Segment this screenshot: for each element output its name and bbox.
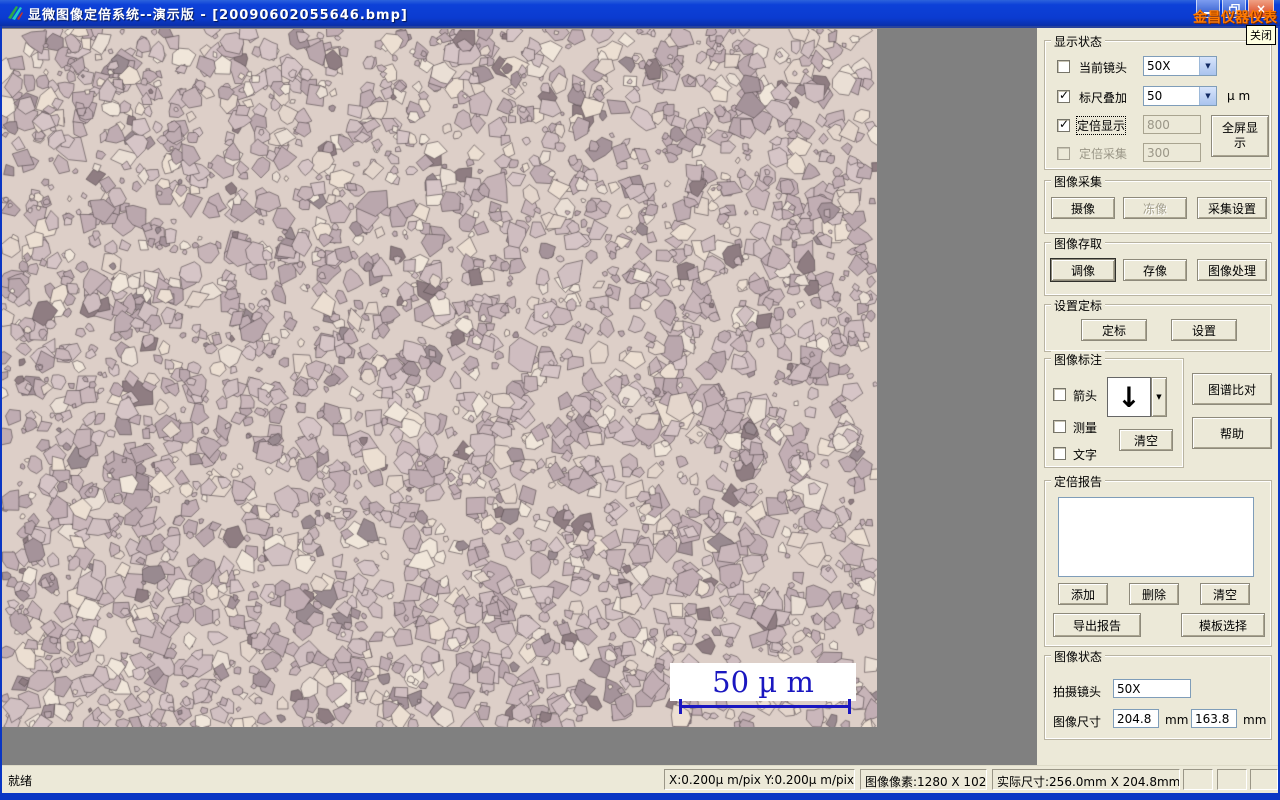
status-bar: 就绪 X:0.200µ m/pix Y:0.200µ m/pix 图像像素:12… <box>2 765 1278 793</box>
current-lens-checkbox[interactable] <box>1057 60 1070 73</box>
annotation-clear-button[interactable]: 清空 <box>1119 429 1173 451</box>
current-lens-combo[interactable]: 50X <box>1143 56 1217 76</box>
down-arrow-icon: ↓ <box>1107 377 1151 417</box>
group-image-storage: 图像存取 调像 存像 图像处理 <box>1044 235 1272 296</box>
image-process-button[interactable]: 图像处理 <box>1197 259 1267 281</box>
chevron-down-icon[interactable] <box>1199 57 1216 75</box>
fixed-capture-checkbox <box>1057 147 1070 160</box>
group-title: 图像采集 <box>1051 173 1106 190</box>
fixed-capture-label: 定倍采集 <box>1079 147 1128 161</box>
status-empty-pane <box>1183 769 1213 790</box>
scale-bar-label: 50 µ m <box>712 665 814 699</box>
current-lens-label: 当前镜头 <box>1079 61 1128 75</box>
group-title: 显示状态 <box>1051 33 1106 50</box>
status-empty-pane <box>1217 769 1247 790</box>
close-tooltip: 关闭 <box>1246 25 1276 45</box>
group-title: 图像存取 <box>1051 235 1106 252</box>
report-clear-button[interactable]: 清空 <box>1200 583 1250 605</box>
group-annotation: 图像标注 箭头 ↓ 测量 文字 清空 <box>1044 351 1184 468</box>
app-window: 显微图像定倍系统--演示版 - [20090602055646.bmp] × 金… <box>0 0 1280 800</box>
export-report-button[interactable]: 导出报告 <box>1053 613 1141 637</box>
group-title: 图像状态 <box>1051 648 1106 665</box>
ruler-overlay-label: 标尺叠加 <box>1079 91 1128 105</box>
ruler-unit-label: µ m <box>1227 89 1251 103</box>
measure-checkbox[interactable] <box>1053 420 1066 433</box>
report-add-button[interactable]: 添加 <box>1058 583 1108 605</box>
group-title: 定倍报告 <box>1051 473 1106 490</box>
arrow-style-picker[interactable]: ↓ <box>1107 377 1167 417</box>
group-title: 设置定标 <box>1051 297 1106 314</box>
text-label: 文字 <box>1073 448 1098 462</box>
freeze-button: 冻像 <box>1123 197 1187 219</box>
status-ready: 就绪 <box>8 774 33 788</box>
status-empty-pane <box>1250 769 1278 790</box>
group-display-status: 显示状态 当前镜头 50X 标尺叠加 50 µ m 定倍显示 800 全屏显示 … <box>1044 33 1272 170</box>
report-delete-button[interactable]: 删除 <box>1129 583 1179 605</box>
fixed-display-label: 定倍显示 <box>1075 116 1127 135</box>
ruler-value-combo[interactable]: 50 <box>1143 86 1217 106</box>
capture-settings-button[interactable]: 采集设置 <box>1197 197 1267 219</box>
image-height-field: 163.8 <box>1191 709 1237 728</box>
scale-bar-label-box: 50 µ m <box>670 663 856 701</box>
capture-button[interactable]: 摄像 <box>1051 197 1115 219</box>
report-listbox[interactable] <box>1058 497 1254 577</box>
fixed-display-field: 800 <box>1143 115 1201 134</box>
shoot-lens-field: 50X <box>1113 679 1191 698</box>
status-image-pixels: 图像像素:1280 X 1024 <box>860 769 987 790</box>
window-title: 显微图像定倍系统--演示版 - [20090602055646.bmp] <box>28 8 408 23</box>
app-icon <box>6 4 24 22</box>
image-size-label: 图像尺寸 <box>1053 715 1102 729</box>
window-border-bottom <box>0 793 1280 800</box>
width-unit-label: mm <box>1165 713 1189 727</box>
status-actual-size: 实际尺寸:256.0mm X 204.8mm <box>992 769 1180 790</box>
current-lens-value: 50X <box>1147 59 1171 73</box>
arrow-label: 箭头 <box>1073 389 1098 403</box>
fullscreen-button[interactable]: 全屏显示 <box>1211 115 1269 157</box>
ruler-overlay-checkbox[interactable] <box>1057 88 1070 103</box>
brand-watermark: 金昌仪器仪表 <box>1193 10 1277 26</box>
atlas-compare-button[interactable]: 图谱比对 <box>1192 373 1272 405</box>
arrow-checkbox[interactable] <box>1053 388 1066 401</box>
template-select-button[interactable]: 模板选择 <box>1181 613 1265 637</box>
group-calibration: 设置定标 定标 设置 <box>1044 297 1272 352</box>
group-image-status: 图像状态 拍摄镜头 50X 图像尺寸 204.8 mm 163.8 mm <box>1044 648 1272 740</box>
calibrate-button[interactable]: 定标 <box>1081 319 1147 341</box>
ruler-value: 50 <box>1147 89 1163 103</box>
chevron-down-icon[interactable] <box>1199 87 1216 105</box>
control-panel: 显示状态 当前镜头 50X 标尺叠加 50 µ m 定倍显示 800 全屏显示 … <box>1037 28 1278 765</box>
height-unit-label: mm <box>1243 713 1267 727</box>
status-pixel-scale: X:0.200µ m/pix Y:0.200µ m/pix <box>664 769 855 790</box>
micrograph-image[interactable] <box>2 29 877 727</box>
shoot-lens-label: 拍摄镜头 <box>1053 685 1102 699</box>
group-report: 定倍报告 添加 删除 清空 导出报告 模板选择 <box>1044 473 1272 647</box>
fixed-capture-field: 300 <box>1143 143 1201 162</box>
scale-bar-line <box>679 699 851 714</box>
fixed-display-checkbox[interactable] <box>1057 117 1070 132</box>
group-title: 图像标注 <box>1051 351 1106 368</box>
save-image-button[interactable]: 存像 <box>1123 259 1187 281</box>
title-bar: 显微图像定倍系统--演示版 - [20090602055646.bmp] × 金… <box>0 0 1280 26</box>
measure-label: 测量 <box>1073 421 1098 435</box>
help-button[interactable]: 帮助 <box>1192 417 1272 449</box>
text-checkbox[interactable] <box>1053 447 1066 460</box>
load-image-button[interactable]: 调像 <box>1051 259 1115 281</box>
calibration-setup-button[interactable]: 设置 <box>1171 319 1237 341</box>
group-image-capture: 图像采集 摄像 冻像 采集设置 <box>1044 173 1272 234</box>
image-width-field: 204.8 <box>1113 709 1159 728</box>
chevron-down-icon[interactable] <box>1151 377 1167 417</box>
